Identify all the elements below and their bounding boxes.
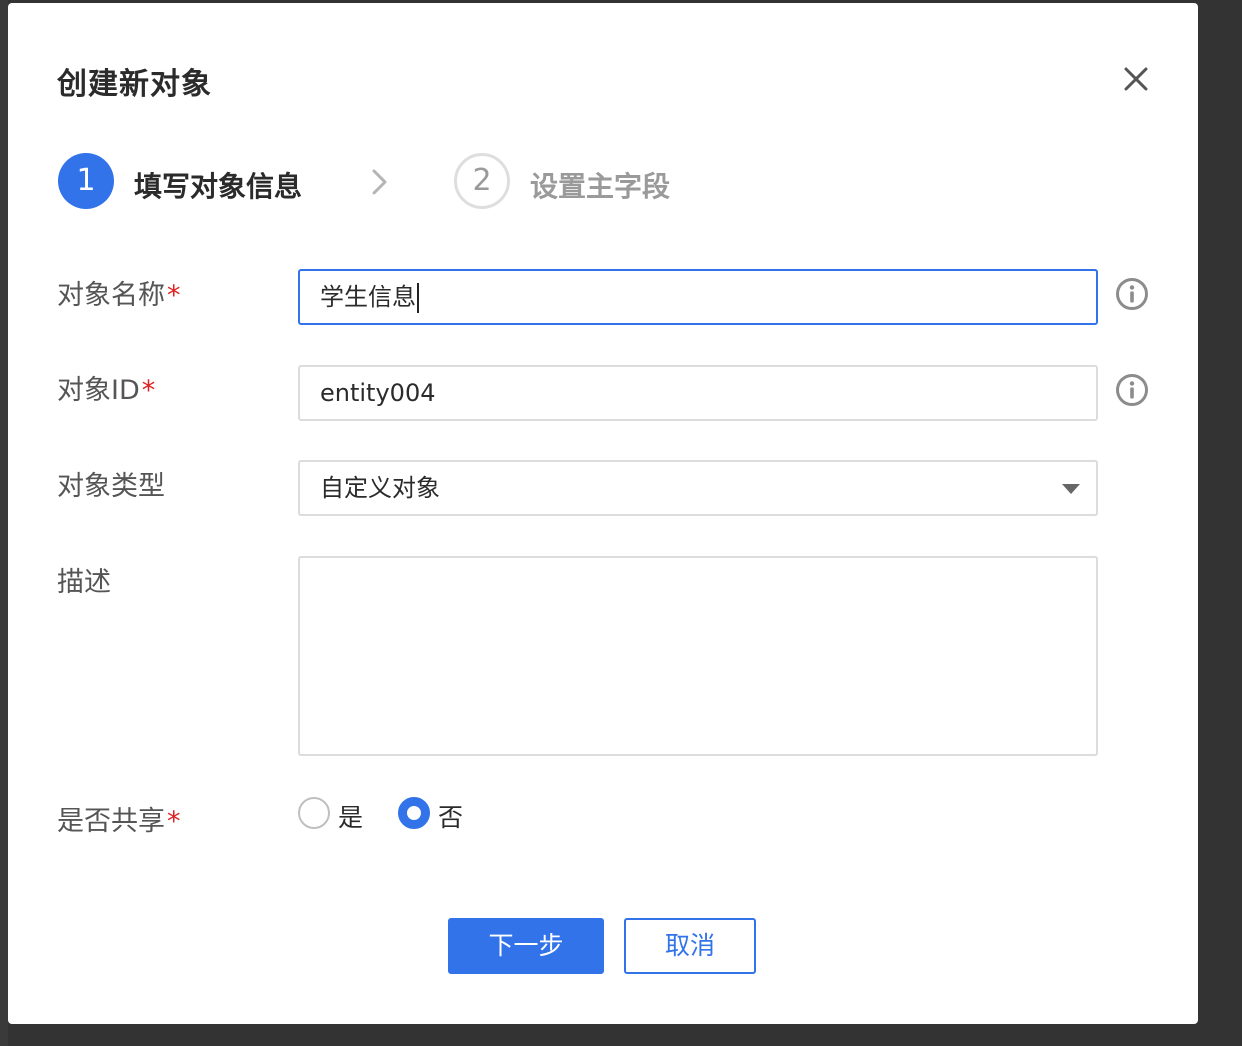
shared-label: 是否共享* — [57, 806, 181, 837]
radio-unchecked-icon — [298, 797, 330, 829]
object-type-label: 对象类型 — [57, 471, 165, 502]
dialog-title: 创建新对象 — [57, 67, 212, 102]
object-id-input[interactable]: entity004 — [298, 365, 1098, 421]
cancel-button[interactable]: 取消 — [624, 918, 756, 974]
object-name-label: 对象名称* — [57, 280, 181, 311]
required-mark: * — [167, 280, 181, 311]
description-textarea[interactable] — [298, 556, 1098, 756]
step-2-label: 设置主字段 — [530, 170, 671, 203]
close-icon — [1124, 67, 1148, 91]
info-icon — [1116, 374, 1148, 406]
object-id-info-button[interactable] — [1115, 373, 1149, 407]
object-id-label: 对象ID* — [57, 375, 156, 406]
step-2-number: 2 — [454, 153, 510, 209]
chevron-right-icon — [370, 167, 390, 197]
info-icon — [1116, 278, 1148, 310]
step-1-number: 1 — [58, 153, 114, 209]
object-name-input[interactable]: 学生信息 — [298, 269, 1098, 325]
close-button[interactable] — [1120, 63, 1152, 95]
description-label: 描述 — [57, 567, 111, 598]
next-step-button[interactable]: 下一步 — [448, 918, 604, 974]
create-object-dialog: 创建新对象 1 填写对象信息 2 设置主字段 对象名称* 学生信息 对象ID* … — [8, 3, 1198, 1024]
required-mark: * — [167, 806, 181, 837]
radio-checked-icon — [398, 797, 430, 829]
step-indicator: 1 填写对象信息 2 设置主字段 — [58, 153, 958, 211]
object-type-select[interactable]: 自定义对象 — [298, 460, 1098, 516]
required-mark: * — [141, 375, 156, 406]
caret-down-icon — [1062, 484, 1080, 494]
backdrop — [0, 0, 8, 1046]
object-name-info-button[interactable] — [1115, 277, 1149, 311]
text-caret — [417, 283, 419, 313]
step-1-label: 填写对象信息 — [134, 170, 303, 203]
